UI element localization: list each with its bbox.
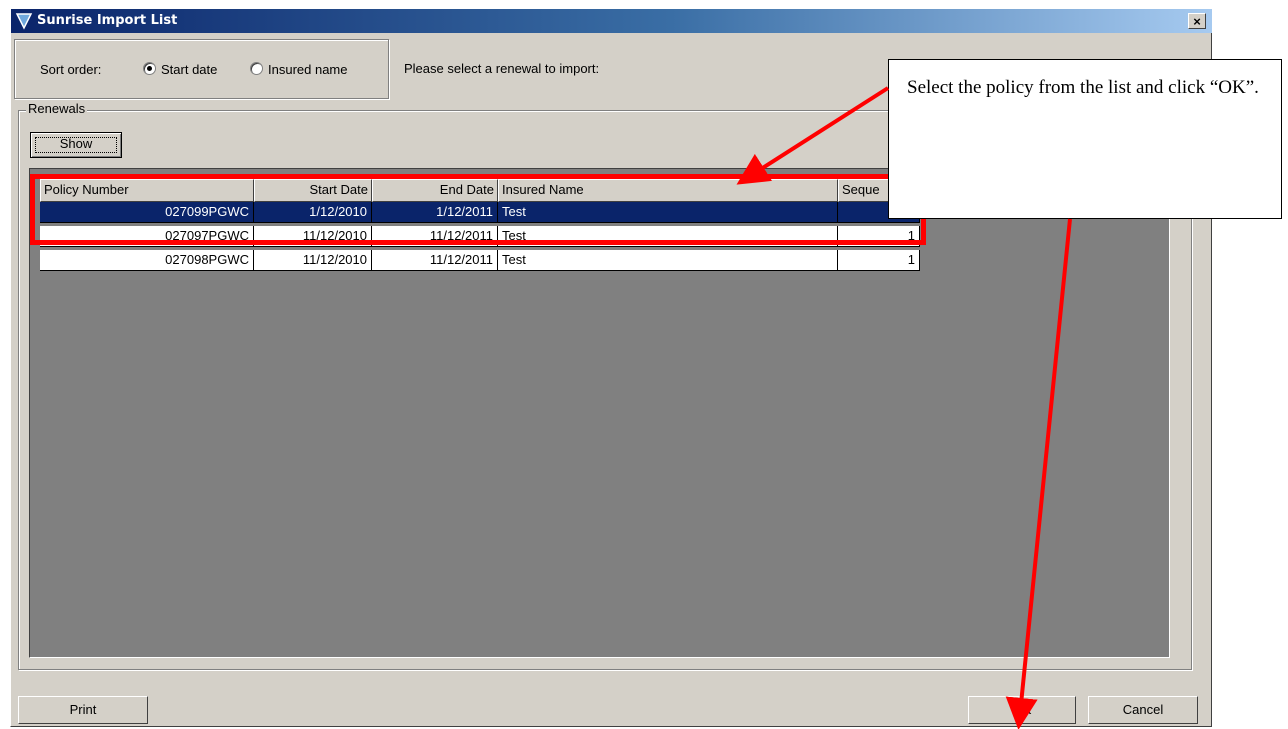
shield-icon xyxy=(15,13,33,30)
close-icon: × xyxy=(1193,14,1201,29)
start-date-cell: 11/12/2010 xyxy=(254,250,372,271)
show-button[interactable]: Show xyxy=(30,132,122,158)
focus-rect xyxy=(35,137,117,153)
insured-name-cell: Test xyxy=(498,250,838,271)
end-date-cell: 11/12/2011 xyxy=(372,250,498,271)
radio-dot xyxy=(147,66,152,71)
select-renewal-prompt: Please select a renewal to import: xyxy=(404,61,600,76)
ok-button[interactable]: OK xyxy=(968,696,1076,724)
cancel-button[interactable]: Cancel xyxy=(1088,696,1198,724)
sequence-cell: 1 xyxy=(838,250,920,271)
close-button[interactable]: × xyxy=(1188,13,1206,29)
policy-number-cell: 027098PGWC xyxy=(40,250,254,271)
radio-insured-name[interactable] xyxy=(250,62,263,75)
radio-start-date[interactable] xyxy=(143,62,156,75)
row-highlight-annotation xyxy=(30,174,926,245)
sort-order-box: Sort order: Start date Insured name xyxy=(14,39,389,99)
instruction-callout: Select the policy from the list and clic… xyxy=(888,59,1282,219)
radio-start-date-label[interactable]: Start date xyxy=(161,62,217,77)
radio-insured-name-label[interactable]: Insured name xyxy=(268,62,348,77)
window-title: Sunrise Import List xyxy=(37,13,178,28)
renewals-group-label: Renewals xyxy=(26,101,88,116)
sort-order-label: Sort order: xyxy=(40,62,102,77)
print-button[interactable]: Print xyxy=(18,696,148,724)
title-bar[interactable]: Sunrise Import List × xyxy=(11,9,1212,33)
